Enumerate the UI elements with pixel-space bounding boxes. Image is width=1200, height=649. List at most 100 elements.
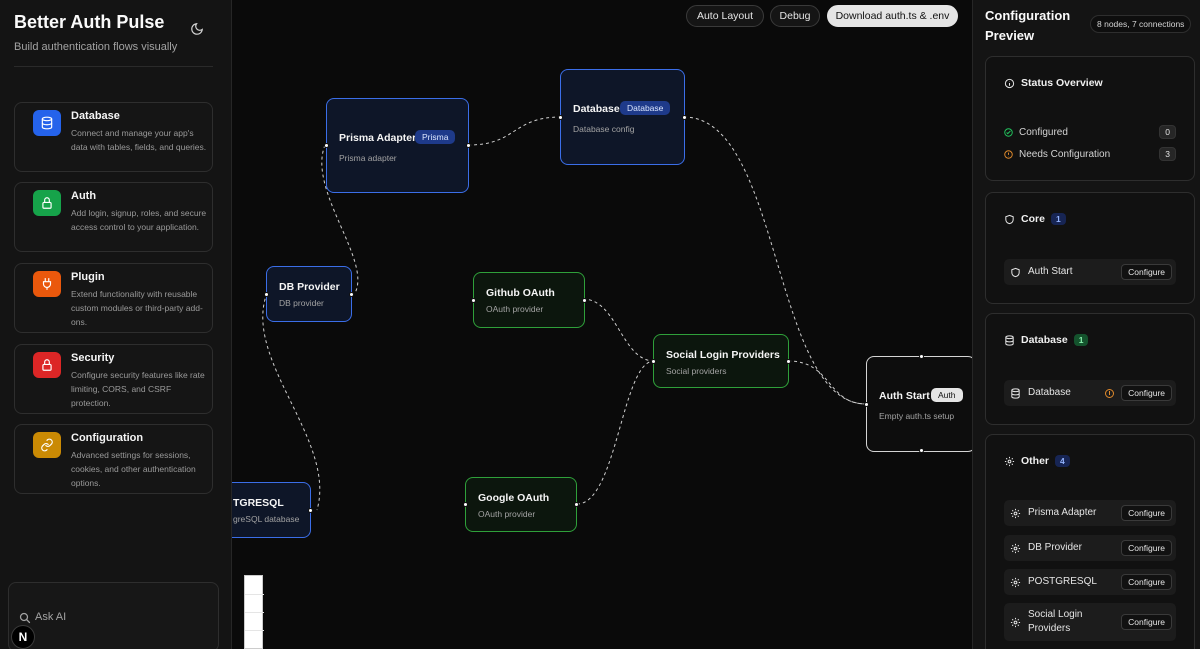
node-title: Google OAuth (478, 492, 550, 504)
connection-handle[interactable] (264, 292, 269, 297)
node-subtitle: Prisma adapter (339, 153, 397, 163)
category-title: Security (71, 352, 115, 364)
node-title: Auth Start (879, 390, 930, 402)
configure-button[interactable]: Configure (1121, 505, 1172, 521)
config-preview-panel: Configuration Preview 8 nodes, 7 connect… (972, 0, 1200, 649)
node-title: Github OAuth (486, 287, 555, 299)
gear-icon (1010, 508, 1021, 518)
auto-layout-button[interactable]: Auto Layout (686, 5, 764, 27)
connection-handle[interactable] (919, 354, 924, 359)
node-github-oauth[interactable]: Github OAuth OAuth provider (471, 272, 587, 328)
connection-handle[interactable] (651, 359, 656, 364)
ask-ai-input[interactable] (35, 607, 205, 627)
database-item-database: Database Configure (1004, 380, 1176, 406)
configure-button[interactable]: Configure (1121, 540, 1172, 556)
debug-button[interactable]: Debug (770, 5, 820, 27)
category-description: Add login, signup, roles, and secure acc… (71, 208, 207, 232)
minimap-line (245, 612, 264, 613)
nodes-connections-badge: 8 nodes, 7 connections (1090, 15, 1192, 33)
node-database[interactable]: Database Database Database config (558, 69, 687, 165)
section-header: Database 1 (1004, 334, 1089, 346)
flow-canvas[interactable]: Prisma Adapter Prisma Prisma adapter Dat… (232, 0, 972, 649)
node-auth-start[interactable]: Auth Start Auth Empty auth.ts setup (864, 354, 972, 453)
connection-handle[interactable] (349, 292, 354, 297)
node-tag: Auth (931, 388, 963, 402)
category-title: Configuration (71, 432, 144, 444)
category-card-security[interactable]: Security Configure security features lik… (14, 344, 213, 414)
n-badge-button[interactable]: N (11, 625, 35, 649)
node-title: Social Login Providers (666, 349, 780, 361)
configure-button[interactable]: Configure (1121, 264, 1172, 280)
other-item-postgresql: POSTGRESQL Configure (1004, 569, 1176, 595)
gear-icon (1010, 577, 1021, 587)
database-icon (1011, 387, 1020, 399)
section-count: 4 (1055, 455, 1070, 467)
connection-handle[interactable] (786, 359, 791, 364)
gear-icon (1010, 617, 1021, 627)
connection-handle[interactable] (919, 448, 924, 453)
category-card-auth[interactable]: Auth Add login, signup, roles, and secur… (14, 182, 213, 252)
gear-icon (1010, 543, 1021, 553)
database-icon (1005, 334, 1014, 346)
other-item-social-login-providers: Social Login Providers Configure (1004, 603, 1176, 641)
node-subtitle: Social providers (666, 366, 727, 376)
moon-icon[interactable] (190, 22, 210, 42)
info-icon (1004, 78, 1015, 88)
app-title: Better Auth Pulse (14, 12, 165, 32)
section-header: Core 1 (1004, 213, 1066, 225)
link-icon (33, 432, 61, 458)
connection-handle[interactable] (582, 298, 587, 303)
core-item-auth-start: Auth Start Configure (1004, 259, 1176, 285)
shield-icon (1005, 214, 1014, 224)
stat-label: Needs Configuration (1019, 148, 1111, 160)
edge-github-social (582, 298, 655, 362)
node-title: DB Provider (279, 281, 340, 293)
configure-button[interactable]: Configure (1121, 385, 1172, 401)
category-title: Plugin (71, 271, 105, 283)
node-prisma-adapter[interactable]: Prisma Adapter Prisma Prisma adapter (324, 98, 471, 193)
category-card-plugin[interactable]: Plugin Extend functionality with reusabl… (14, 263, 213, 333)
other-item-prisma-adapter: Prisma Adapter Configure (1004, 500, 1176, 526)
category-title: Database (71, 110, 120, 122)
section-title: Core (1021, 213, 1045, 225)
category-description: Advanced settings for sessions, cookies,… (71, 450, 196, 488)
configure-button[interactable]: Configure (1121, 614, 1172, 630)
connection-handle[interactable] (324, 143, 329, 148)
connection-handle[interactable] (574, 502, 579, 507)
connection-handle[interactable] (463, 502, 468, 507)
other-item-db-provider: DB Provider Configure (1004, 535, 1176, 561)
node-subtitle: Empty auth.ts setup (879, 411, 955, 421)
node-title: Database (573, 103, 620, 115)
node-social-login-providers[interactable]: Social Login Providers Social providers (651, 334, 791, 388)
item-label: Database (1028, 387, 1071, 398)
left-sidebar: Better Auth Pulse Build authentication f… (0, 0, 232, 649)
connection-handle[interactable] (864, 402, 869, 407)
category-card-configuration[interactable]: Configuration Advanced settings for sess… (14, 424, 213, 494)
connection-handle[interactable] (466, 143, 471, 148)
connection-handle[interactable] (682, 115, 687, 120)
database-section: Database 1 Database Configure (985, 313, 1195, 425)
node-subtitle: OAuth provider (478, 509, 536, 519)
node-google-oauth[interactable]: Google OAuth OAuth provider (463, 477, 579, 532)
stat-configured: Configured 0 (1004, 125, 1176, 139)
node-tag: Prisma (415, 130, 456, 144)
connection-handle[interactable] (558, 115, 563, 120)
category-description: Connect and manage your app's data with … (71, 128, 207, 152)
stat-needs-configuration: Needs Configuration 3 (1004, 147, 1176, 161)
download-button[interactable]: Download auth.ts & .env (827, 5, 958, 27)
connection-handle[interactable] (308, 508, 313, 513)
minimap[interactable] (244, 575, 264, 649)
node-tag: Database (620, 101, 671, 115)
item-label: Auth Start (1028, 266, 1073, 277)
item-label: POSTGRESQL (1028, 576, 1097, 587)
node-subtitle: OAuth provider (486, 304, 544, 314)
shield-icon (1011, 267, 1020, 277)
section-count: 1 (1050, 213, 1066, 225)
category-card-database[interactable]: Database Connect and manage your app's d… (14, 102, 213, 172)
connection-handle[interactable] (471, 298, 476, 303)
node-postgresql[interactable]: TGRESQL greSQL database (232, 482, 313, 538)
lock-icon (33, 190, 61, 216)
configure-button[interactable]: Configure (1121, 574, 1172, 590)
plug-icon (33, 271, 61, 297)
node-db-provider[interactable]: DB Provider DB provider (264, 266, 354, 322)
